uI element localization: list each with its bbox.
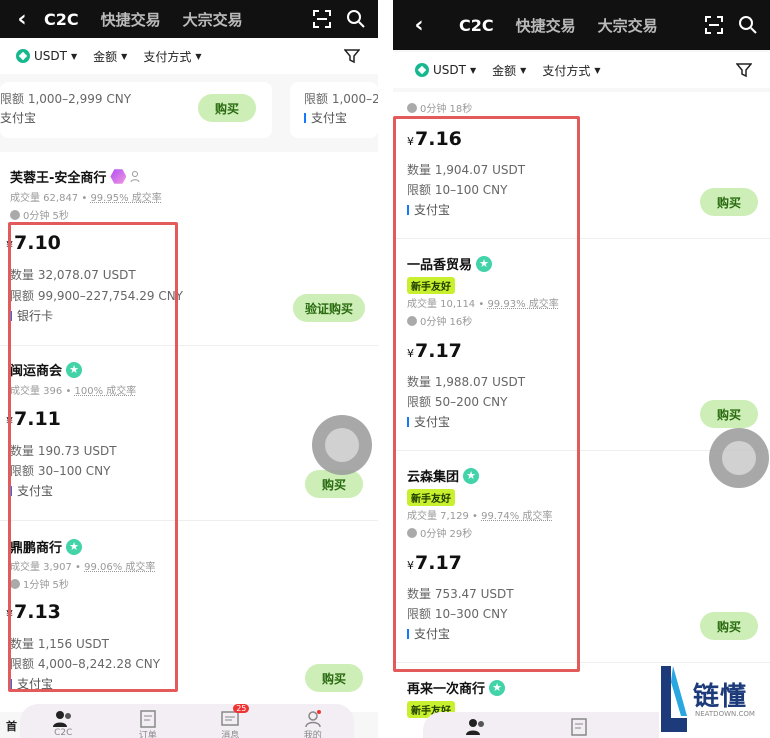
back-arrow-icon[interactable]: ‹ [12,7,32,32]
scan-icon[interactable] [704,15,724,35]
highlight-box [8,222,178,692]
nav-messages[interactable]: 25 消息 [221,704,250,738]
ad-card: 限额 1,000–2,999 CNY 支付宝 购买 [0,82,272,138]
funnel-icon[interactable] [736,62,752,78]
buy-button[interactable]: 购买 [305,664,363,692]
merchant-stats: 成交量 62,847 • 99.95% 成交率 [10,193,162,204]
dropdown-icon: ▼ [195,51,202,61]
dropdown-icon: ▼ [121,51,128,61]
merchant-name[interactable]: 芙蓉王-安全商行 [10,167,144,186]
watermark-logo-icon [661,666,687,732]
coin-filter[interactable]: USDT ▼ [16,49,77,63]
funnel-icon[interactable] [344,48,360,64]
usdt-icon [415,63,429,77]
dropdown-icon: ▼ [594,65,601,75]
nav-prefix: 首 [6,720,17,733]
watermark-url: NEATDOWN.COM [695,710,755,718]
right-screenshot: ‹ C2C 快捷交易 大宗交易 USDT ▼ 金额 ▼ 支付方式 ▼ 0分钟 18秒 … [393,0,770,738]
user-icon [304,710,321,728]
nav-orders[interactable] [570,718,588,736]
nav-orders[interactable]: 订单 [139,710,157,738]
nav-profile[interactable]: 我的 [304,710,322,738]
buy-button[interactable]: 购买 [700,612,758,640]
tab-bulk-trade[interactable]: 大宗交易 [183,9,243,30]
dropdown-icon: ▼ [70,51,78,61]
amount-filter[interactable]: 金额 ▼ [93,48,127,65]
highlight-box [393,116,580,672]
filter-bar: USDT ▼ 金额 ▼ 支付方式 ▼ [393,52,770,88]
document-icon [139,710,156,728]
ad-card: 限额 1,000–2 支付宝 [290,82,378,138]
buy-button[interactable]: 购买 [700,188,758,216]
buy-button[interactable]: 购买 [700,400,758,428]
dropdown-icon: ▼ [520,65,527,75]
buy-button[interactable]: 购买 [305,470,363,498]
response-time: 0分钟 5秒 [10,207,69,222]
payment-method: 支付宝 [0,111,37,125]
merchant-name[interactable]: 再来一次商行 ★ [407,678,506,697]
tab-quick-trade[interactable]: 快捷交易 [101,9,161,30]
payment-filter[interactable]: 支付方式 ▼ [143,48,201,65]
amount-filter[interactable]: 金额 ▼ [492,62,526,79]
users-icon [130,170,140,182]
nav-c2c[interactable] [465,718,487,736]
watermark: 链懂 NEATDOWN.COM [659,664,770,738]
usdt-icon [16,49,30,63]
top-bar: ‹ C2C 快捷交易 大宗交易 [393,0,770,50]
coin-filter[interactable]: USDT ▼ [415,63,476,77]
nav-c2c[interactable]: C2C [52,710,74,738]
bottom-nav: 首 C2C 订单 25 消息 我的 [6,704,354,738]
watermark-text: 链懂 [693,682,748,712]
top-bar: ‹ C2C 快捷交易 大宗交易 [0,0,378,38]
limit-text: 限额 1,000–2,999 CNY [0,92,132,106]
response-time: 0分钟 18秒 [407,100,472,115]
star-badge-icon: ★ [489,679,506,696]
clock-icon [10,209,20,220]
filter-bar: USDT ▼ 金额 ▼ 支付方式 ▼ [0,38,378,74]
search-icon[interactable] [346,9,366,29]
tab-quick-trade[interactable]: 快捷交易 [516,15,576,36]
floating-assist-button[interactable] [312,415,372,475]
back-arrow-icon[interactable]: ‹ [409,13,429,38]
floating-assist-button[interactable] [709,428,769,488]
scan-icon[interactable] [312,9,332,29]
limit-text: 限额 1,000–2 [304,92,378,106]
buy-button[interactable]: 购买 [198,94,256,122]
payment-filter[interactable]: 支付方式 ▼ [542,62,600,79]
people-icon [53,711,72,727]
people-icon [465,719,484,735]
tab-bulk-trade[interactable]: 大宗交易 [598,15,658,36]
search-icon[interactable] [738,15,758,35]
tab-c2c[interactable]: C2C [459,16,494,35]
payment-method: 支付宝 [304,109,347,126]
document-icon [570,718,587,736]
vip-badge-icon [110,169,127,184]
unread-badge: 25 [233,704,250,713]
left-screenshot: ‹ C2C 快捷交易 大宗交易 USDT ▼ 金额 ▼ 支付方式 ▼ 限额 1,000… [0,0,378,738]
clock-icon [407,102,417,113]
verify-buy-button[interactable]: 验证购买 [293,294,365,322]
tab-c2c[interactable]: C2C [44,10,79,29]
dropdown-icon: ▼ [469,65,477,75]
